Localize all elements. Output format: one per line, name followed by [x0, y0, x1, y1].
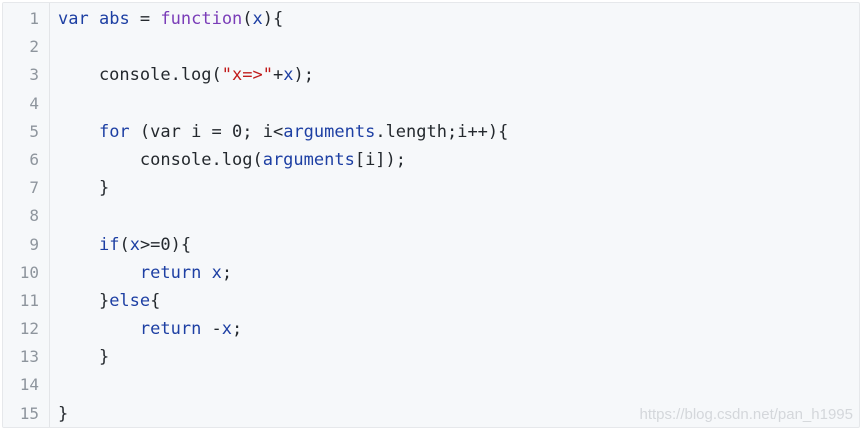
code-text: for (var i = 0; i<arguments.length;i++){	[58, 118, 508, 146]
code-token: (var i = 0; i<	[129, 121, 284, 142]
code-token: [i]);	[354, 149, 407, 170]
code-line: 14	[3, 371, 859, 399]
line-number: 6	[29, 149, 39, 169]
code-line: 6 console.log(arguments[i]);	[3, 146, 859, 174]
code-line: 1 var abs = function(x){	[3, 5, 859, 33]
line-number: 9	[29, 234, 39, 254]
code-token: abs	[98, 9, 130, 29]
code-token: +	[272, 65, 284, 86]
code-token: var	[58, 9, 89, 29]
code-token: -	[201, 319, 222, 340]
code-line: 13 }	[3, 343, 859, 371]
line-number: 7	[29, 178, 39, 198]
line-number: 2	[29, 37, 39, 57]
code-token: }	[58, 347, 110, 368]
code-token: }	[58, 290, 110, 311]
code-token: return	[139, 262, 202, 283]
code-token: if	[98, 234, 120, 255]
line-number: 14	[19, 375, 39, 395]
code-line: 3 console.log("x=>"+x);	[3, 61, 859, 89]
code-token: (	[119, 234, 130, 255]
code-token: x	[283, 65, 294, 86]
line-number: 5	[29, 121, 39, 141]
code-token: for	[98, 121, 130, 142]
code-text: console.log(arguments[i]);	[58, 146, 406, 174]
watermark: https://blog.csdn.net/pan_h1995	[639, 406, 853, 423]
code-line: 5 for (var i = 0; i<arguments.length;i++…	[3, 118, 859, 146]
code-token: }	[58, 178, 110, 199]
line-number: 11	[19, 290, 39, 310]
code-token: =	[129, 9, 161, 29]
code-text: console.log("x=>"+x);	[58, 61, 314, 89]
code-token: (	[242, 9, 253, 29]
code-token: console.log(	[58, 65, 222, 86]
code-line: 2	[3, 33, 859, 61]
code-text: }else{	[58, 287, 160, 315]
code-token: }	[58, 403, 69, 424]
code-token: function	[160, 9, 243, 29]
code-text: return -x;	[58, 315, 242, 343]
line-number: 13	[19, 347, 39, 367]
code-token: ;	[232, 319, 243, 340]
code-line: 7 }	[3, 174, 859, 202]
code-token: );	[293, 65, 314, 86]
code-text: if(x>=0){	[58, 231, 191, 259]
code-line: 10 return x;	[3, 259, 859, 287]
code-line: 12 return -x;	[3, 315, 859, 343]
code-token: else	[109, 290, 151, 311]
code-token: .length;i++){	[375, 121, 509, 142]
code-token: x	[252, 9, 263, 29]
line-number: 10	[19, 262, 39, 282]
code-token: arguments	[262, 149, 355, 170]
code-line: 11 }else{	[3, 287, 859, 315]
code-text: }	[58, 174, 109, 202]
code-text: var abs = function(x){	[58, 5, 283, 33]
code-token: "x=>"	[221, 65, 273, 86]
line-number: 1	[29, 9, 39, 28]
code-token: x	[129, 234, 140, 255]
code-text: }	[58, 343, 109, 371]
code-text: }	[58, 400, 69, 427]
code-token: {	[150, 290, 161, 311]
code-text: return x;	[58, 259, 232, 287]
code-token: ){	[262, 9, 284, 29]
code-token: console.log(	[58, 149, 263, 170]
line-number: 15	[19, 403, 39, 423]
code-block: 1 var abs = function(x){2 3 console.log("x…	[2, 2, 860, 428]
code-token: return	[139, 319, 202, 340]
code-token: x	[221, 319, 233, 340]
line-number: 8	[29, 206, 39, 226]
code-token: ;	[221, 262, 233, 283]
code-line: 9 if(x>=0){	[3, 231, 859, 259]
line-number: 3	[29, 65, 39, 85]
code-token: arguments	[283, 121, 376, 142]
line-number: 12	[19, 319, 39, 339]
code-token: x	[211, 262, 222, 283]
code-line: 8	[3, 202, 859, 230]
code-token: >=0){	[139, 234, 192, 255]
code-line: 4	[3, 90, 859, 118]
line-number: 4	[29, 93, 39, 113]
code-lines: 1 var abs = function(x){2 3 console.log("x…	[3, 5, 859, 427]
